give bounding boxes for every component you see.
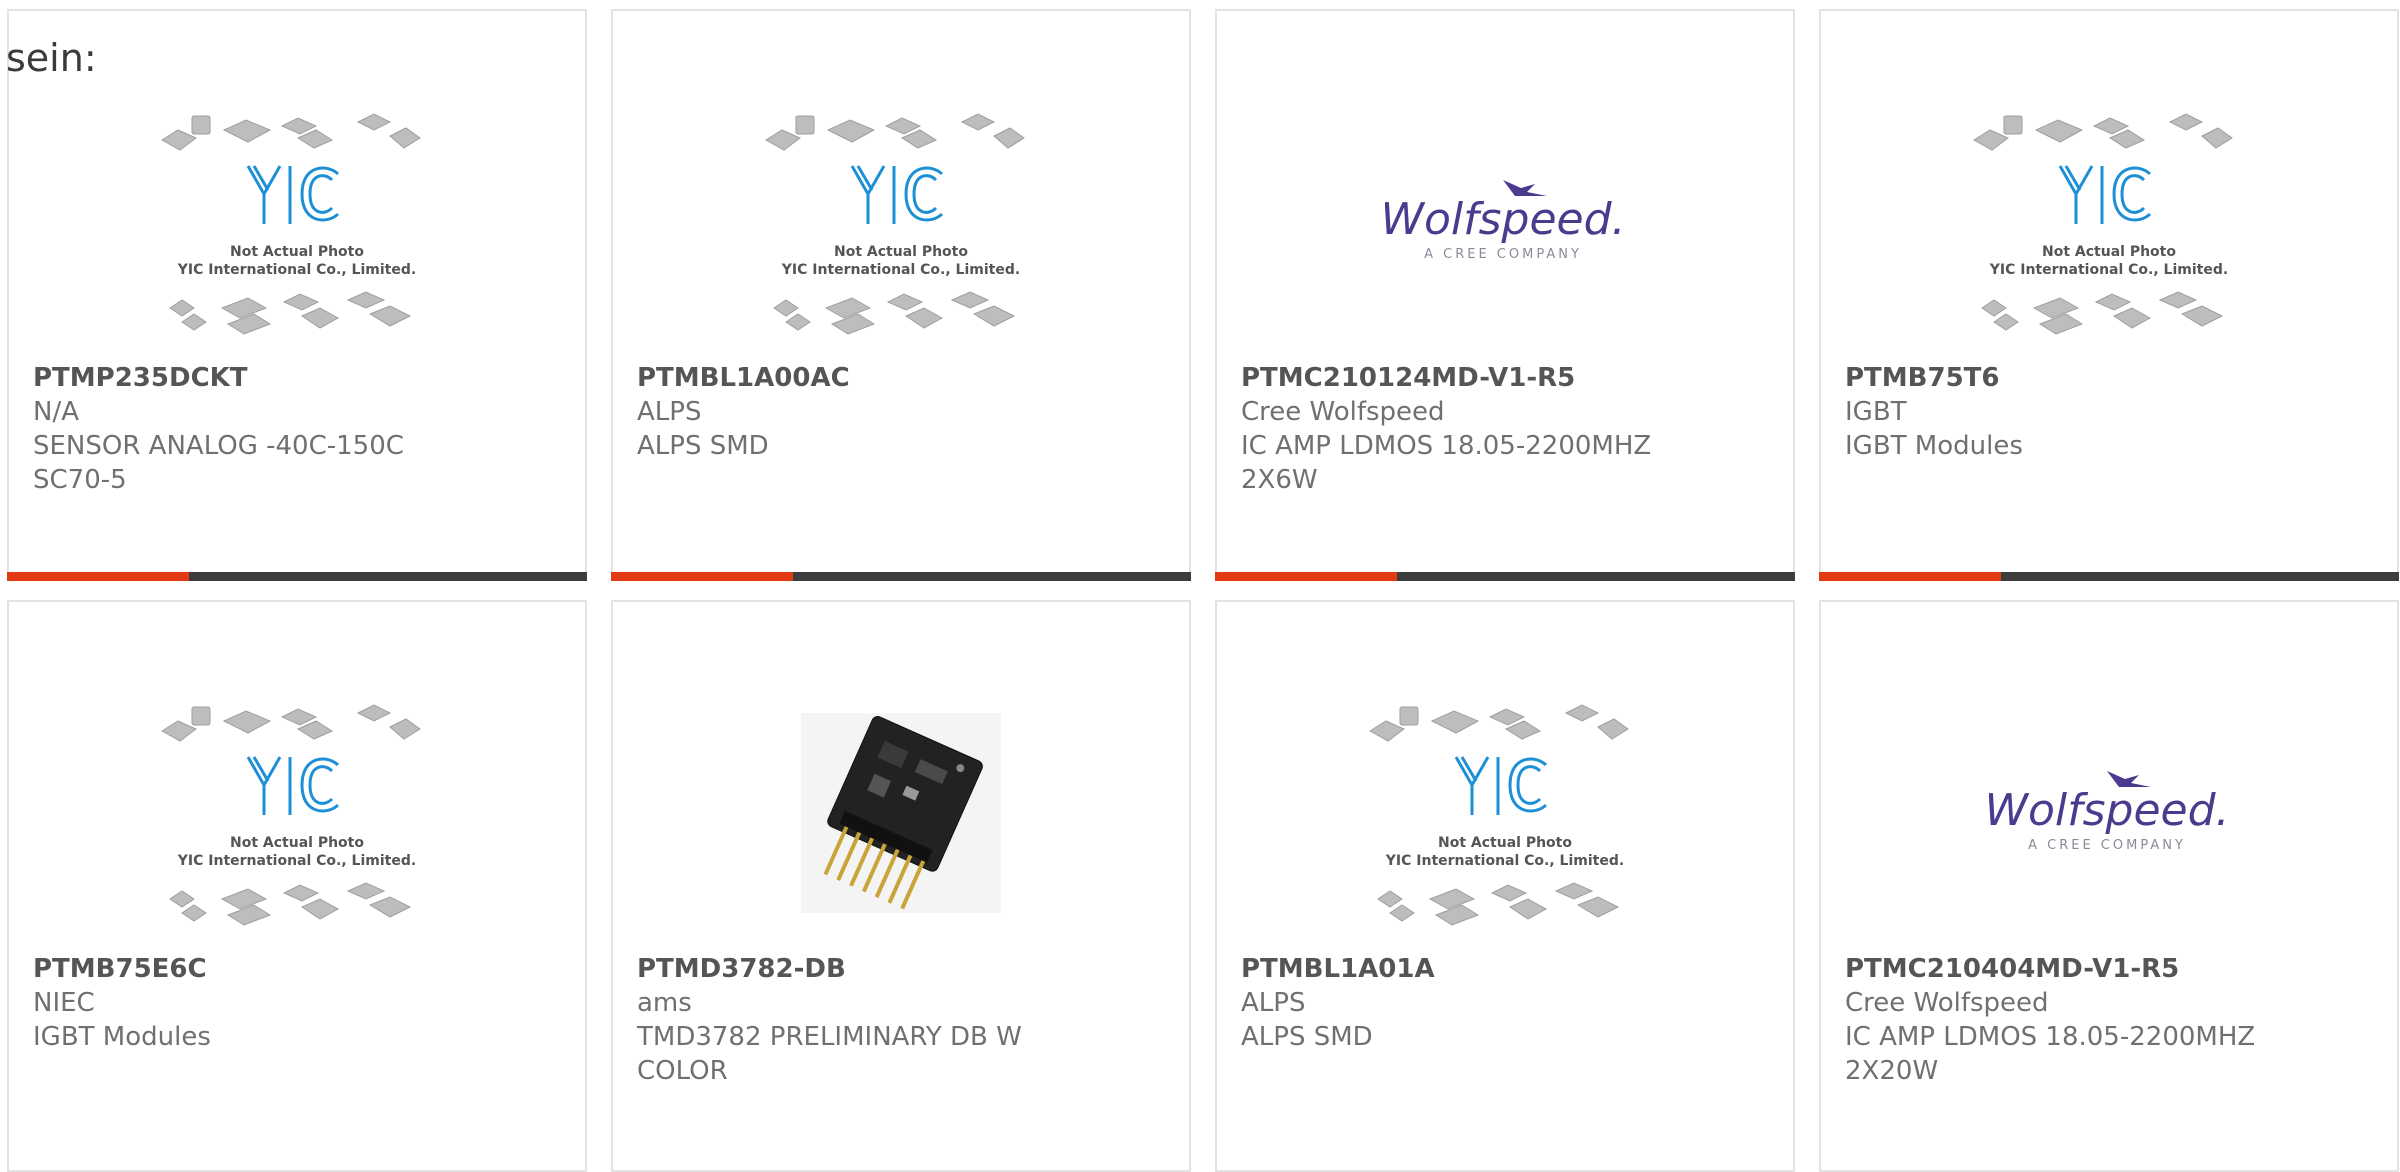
card-footer-bar bbox=[1215, 572, 1795, 581]
pcb-board-photo-image bbox=[801, 713, 1001, 913]
manufacturer: IGBT bbox=[1845, 397, 1907, 427]
yic-placeholder-image: Not Actual Photo YIC International Co., … bbox=[161, 704, 421, 926]
description-line-1: IGBT Modules bbox=[33, 1022, 211, 1052]
product-info: PTMBL1A00AC ALPS ALPS SMD bbox=[637, 361, 1165, 463]
product-image[interactable]: Not Actual Photo YIC International Co., … bbox=[613, 89, 1189, 355]
wolfspeed-brand-text: Wolfspeed. bbox=[1385, 194, 1625, 245]
card-footer-bar bbox=[7, 572, 587, 581]
yic-company-text: YIC International Co., Limited. bbox=[177, 262, 416, 278]
product-info: PTMC210124MD-V1-R5 Cree Wolfspeed IC AMP… bbox=[1241, 361, 1769, 497]
description-line-2: COLOR bbox=[637, 1056, 728, 1086]
card-footer-bar bbox=[611, 572, 1191, 581]
description-line-1: IGBT Modules bbox=[1845, 431, 2023, 461]
product-card[interactable]: Wolfspeed. A CREE COMPANY PTMC210124MD-V… bbox=[1215, 9, 1795, 581]
not-actual-photo-text: Not Actual Photo bbox=[230, 835, 364, 851]
description-line-1: ALPS SMD bbox=[637, 431, 769, 461]
product-card[interactable]: Not Actual Photo YIC International Co., … bbox=[1215, 600, 1795, 1172]
manufacturer: Cree Wolfspeed bbox=[1241, 397, 1445, 427]
part-number[interactable]: PTMB75T6 bbox=[1845, 361, 2373, 395]
wolfspeed-logo-image: Wolfspeed. A CREE COMPANY bbox=[1385, 180, 1625, 262]
description-line-1: ALPS SMD bbox=[1241, 1022, 1373, 1052]
product-card[interactable]: Not Actual Photo YIC International Co., … bbox=[7, 600, 587, 1172]
card-footer-accent bbox=[1215, 572, 1397, 581]
product-image[interactable] bbox=[613, 680, 1189, 946]
yic-placeholder-image: Not Actual Photo YIC International Co., … bbox=[1369, 704, 1629, 926]
yic-placeholder-image: Not Actual Photo YIC International Co., … bbox=[765, 113, 1025, 335]
manufacturer: ams bbox=[637, 988, 692, 1018]
part-number[interactable]: PTMC210124MD-V1-R5 bbox=[1241, 361, 1769, 395]
product-info: PTMC210404MD-V1-R5 Cree Wolfspeed IC AMP… bbox=[1845, 952, 2373, 1088]
yic-company-text: YIC International Co., Limited. bbox=[1989, 262, 2228, 278]
product-card[interactable]: Wolfspeed. A CREE COMPANY PTMC210404MD-V… bbox=[1819, 600, 2399, 1172]
wolfspeed-brand-text: Wolfspeed. bbox=[1989, 785, 2229, 836]
product-card[interactable]: Not Actual Photo YIC International Co., … bbox=[1819, 9, 2399, 581]
description-line-2: SC70-5 bbox=[33, 465, 127, 495]
part-number[interactable]: PTMB75E6C bbox=[33, 952, 561, 986]
description-line-2: 2X6W bbox=[1241, 465, 1318, 495]
yic-placeholder-image: Not Actual Photo YIC International Co., … bbox=[1973, 113, 2233, 335]
product-image[interactable]: Wolfspeed. A CREE COMPANY bbox=[1821, 680, 2397, 946]
description-line-1: IC AMP LDMOS 18.05-2200MHZ bbox=[1241, 431, 1652, 461]
manufacturer: ALPS bbox=[637, 397, 702, 427]
yic-company-text: YIC International Co., Limited. bbox=[1385, 853, 1624, 869]
yic-placeholder-image: Not Actual Photo YIC International Co., … bbox=[161, 113, 421, 335]
manufacturer: Cree Wolfspeed bbox=[1845, 988, 2049, 1018]
product-card[interactable]: PTMD3782-DB ams TMD3782 PRELIMINARY DB W… bbox=[611, 600, 1191, 1172]
product-info: PTMBL1A01A ALPS ALPS SMD bbox=[1241, 952, 1769, 1054]
product-image[interactable]: Not Actual Photo YIC International Co., … bbox=[1217, 680, 1793, 946]
card-footer-bar bbox=[1819, 572, 2399, 581]
part-number[interactable]: PTMC210404MD-V1-R5 bbox=[1845, 952, 2373, 986]
product-info: PTMD3782-DB ams TMD3782 PRELIMINARY DB W… bbox=[637, 952, 1165, 1088]
product-info: PTMB75T6 IGBT IGBT Modules bbox=[1845, 361, 2373, 463]
card-footer-accent bbox=[1819, 572, 2001, 581]
card-footer-accent bbox=[7, 572, 189, 581]
product-card[interactable]: Not Actual Photo YIC International Co., … bbox=[611, 9, 1191, 581]
yic-company-text: YIC International Co., Limited. bbox=[781, 262, 1020, 278]
description-line-2: 2X20W bbox=[1845, 1056, 1939, 1086]
not-actual-photo-text: Not Actual Photo bbox=[834, 244, 968, 260]
description-line-1: IC AMP LDMOS 18.05-2200MHZ bbox=[1845, 1022, 2256, 1052]
product-image[interactable]: Not Actual Photo YIC International Co., … bbox=[9, 89, 585, 355]
not-actual-photo-text: Not Actual Photo bbox=[230, 244, 364, 260]
part-number[interactable]: PTMBL1A01A bbox=[1241, 952, 1769, 986]
product-image[interactable]: Wolfspeed. A CREE COMPANY bbox=[1217, 89, 1793, 355]
not-actual-photo-text: Not Actual Photo bbox=[1438, 835, 1572, 851]
product-info: PTMB75E6C NIEC IGBT Modules bbox=[33, 952, 561, 1054]
manufacturer: N/A bbox=[33, 397, 79, 427]
not-actual-photo-text: Not Actual Photo bbox=[2042, 244, 2176, 260]
product-card[interactable]: Not Actual Photo YIC International Co., … bbox=[7, 9, 587, 581]
part-number[interactable]: PTMBL1A00AC bbox=[637, 361, 1165, 395]
part-number[interactable]: PTMP235DCKT bbox=[33, 361, 561, 395]
intro-text: sein: bbox=[6, 36, 97, 80]
product-image[interactable]: Not Actual Photo YIC International Co., … bbox=[1821, 89, 2397, 355]
card-footer-accent bbox=[611, 572, 793, 581]
wolfspeed-tagline-text: A CREE COMPANY bbox=[2028, 838, 2186, 853]
wolfspeed-tagline-text: A CREE COMPANY bbox=[1424, 247, 1582, 262]
product-image[interactable]: Not Actual Photo YIC International Co., … bbox=[9, 680, 585, 946]
manufacturer: NIEC bbox=[33, 988, 95, 1018]
manufacturer: ALPS bbox=[1241, 988, 1306, 1018]
description-line-1: SENSOR ANALOG -40C-150C bbox=[33, 431, 404, 461]
description-line-1: TMD3782 PRELIMINARY DB W bbox=[637, 1022, 1022, 1052]
yic-company-text: YIC International Co., Limited. bbox=[177, 853, 416, 869]
part-number[interactable]: PTMD3782-DB bbox=[637, 952, 1165, 986]
wolfspeed-logo-image: Wolfspeed. A CREE COMPANY bbox=[1989, 771, 2229, 853]
product-info: PTMP235DCKT N/A SENSOR ANALOG -40C-150C … bbox=[33, 361, 561, 497]
